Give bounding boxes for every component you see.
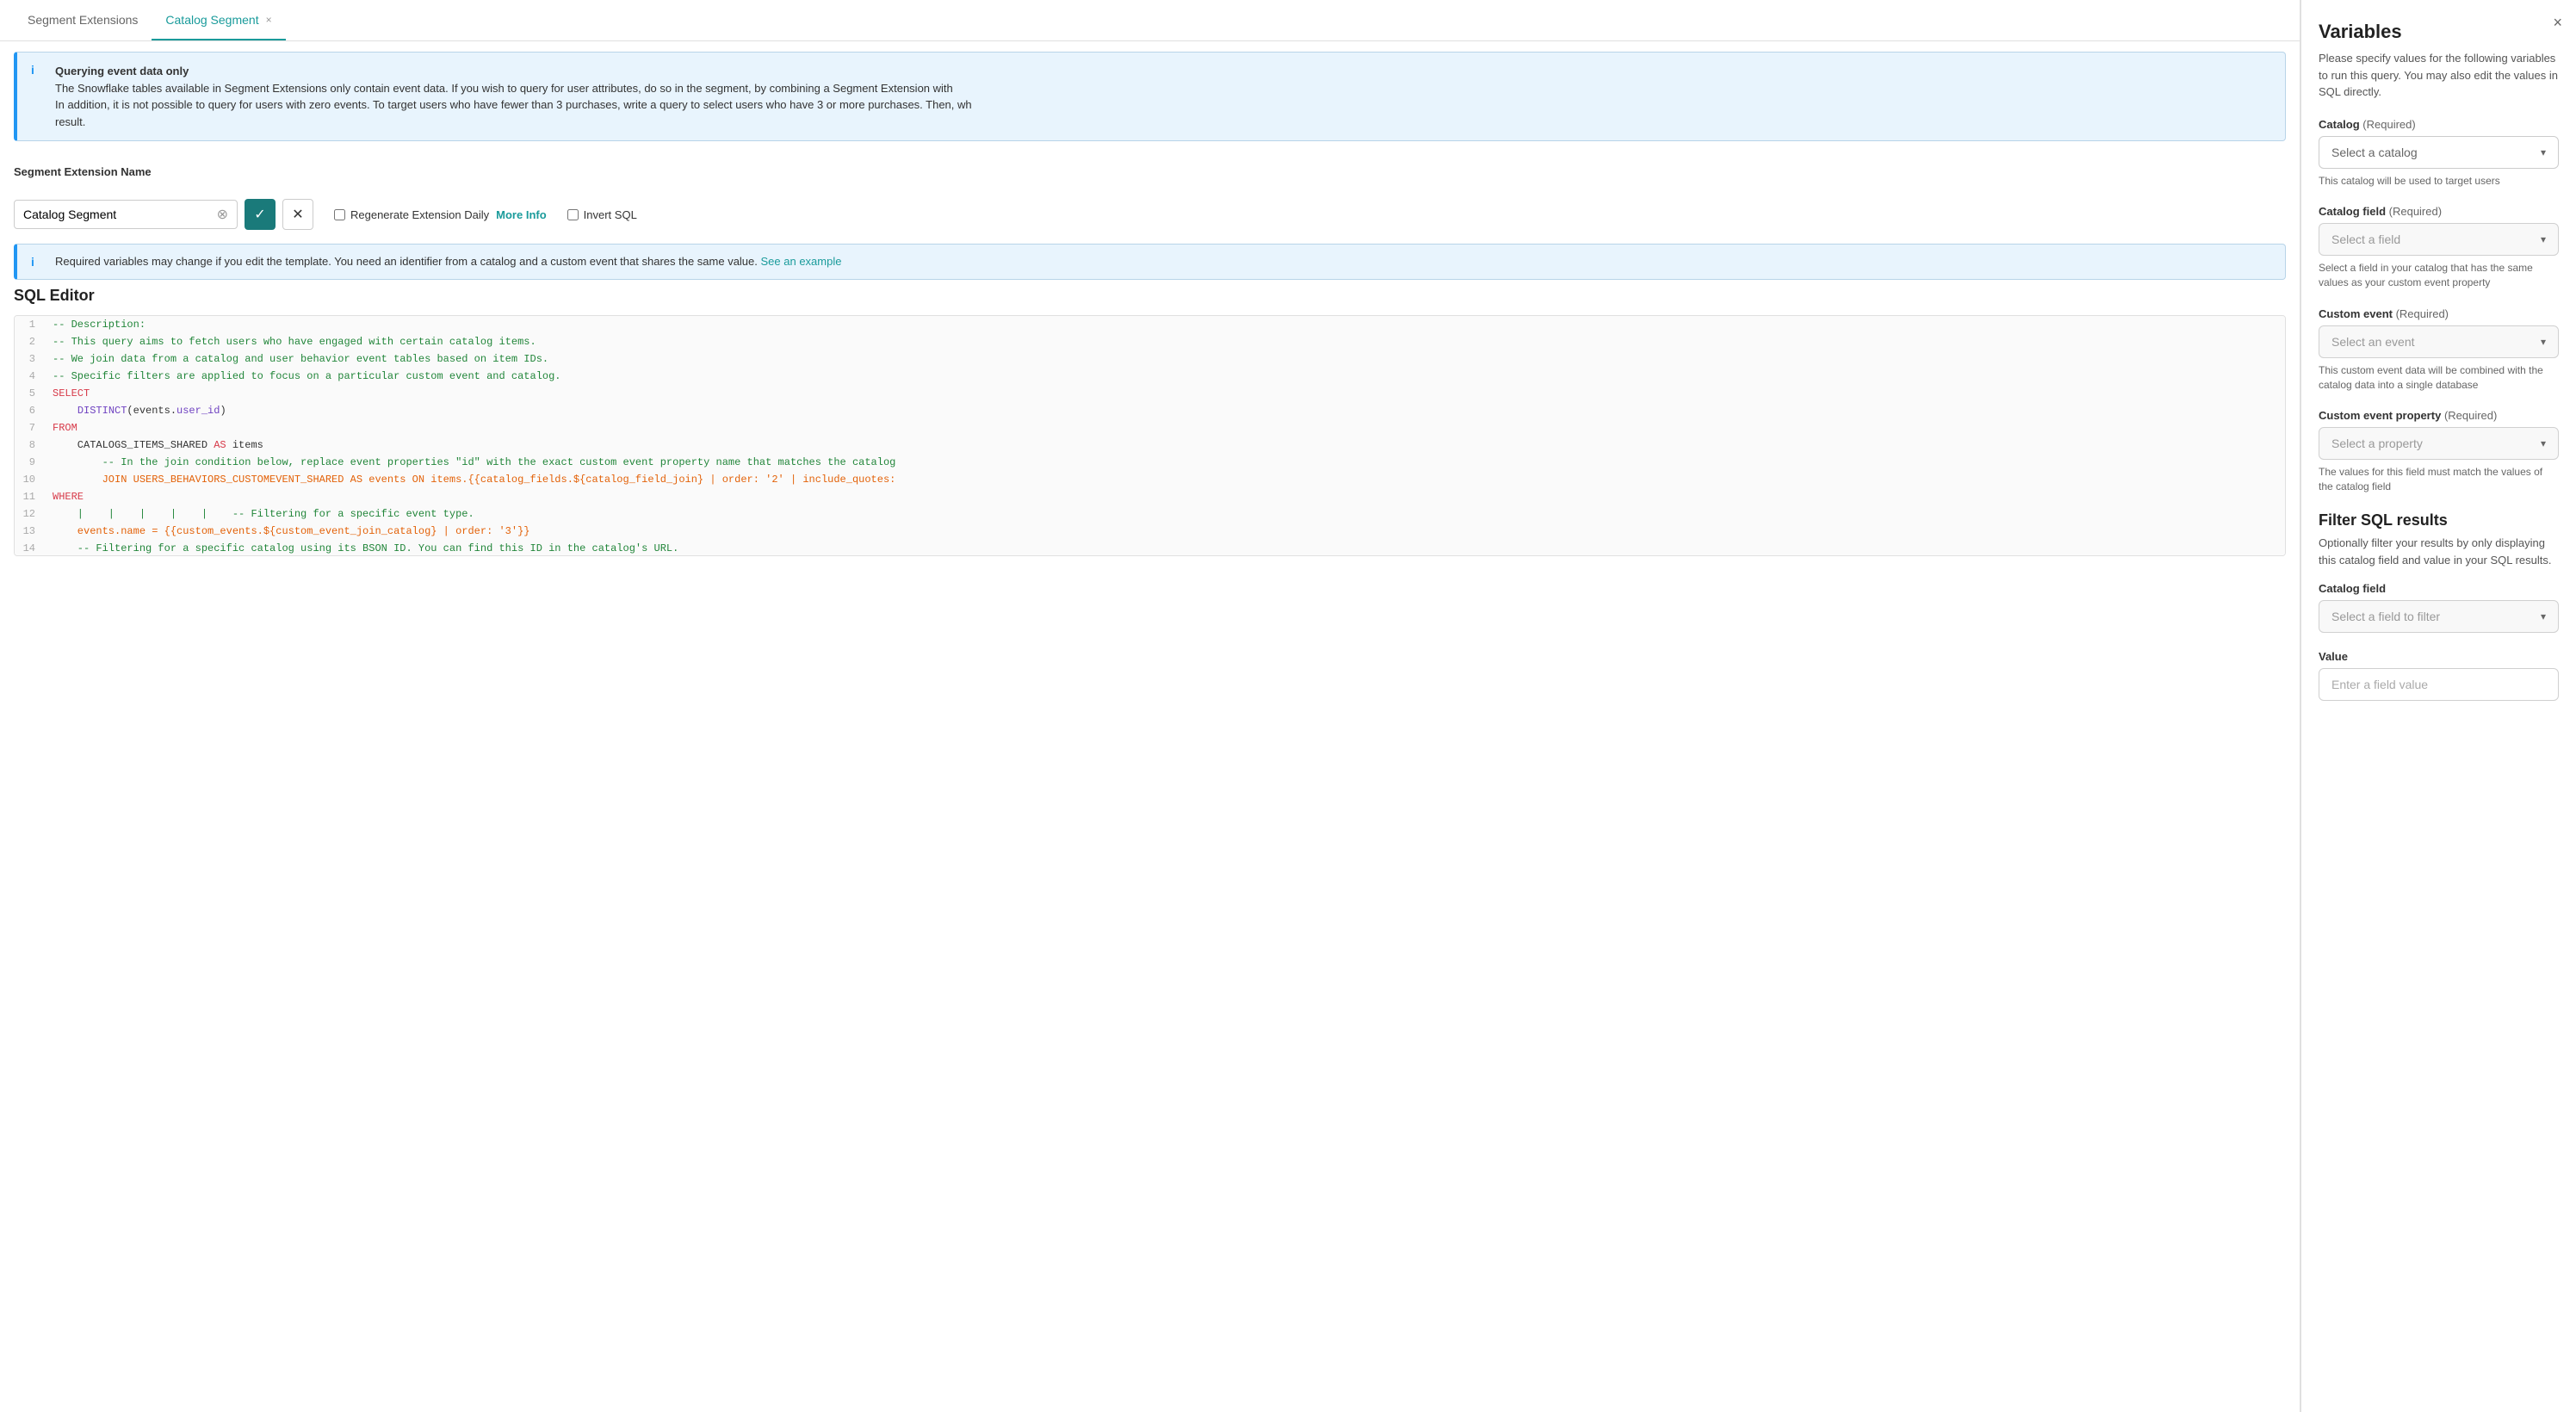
- custom-event-property-group: Custom event property (Required) Select …: [2319, 409, 2559, 494]
- filter-catalog-field-dropdown[interactable]: Select a field to filter ▾: [2319, 600, 2559, 633]
- catalog-required-text: (Required): [2362, 118, 2415, 131]
- catalog-field-placeholder: Select a field: [2331, 232, 2400, 246]
- input-clear-icon[interactable]: ⊗: [217, 206, 228, 223]
- info-icon-2: i: [31, 255, 45, 269]
- custom-event-hint: This custom event data will be combined …: [2319, 363, 2559, 393]
- right-panel: × Variables Please specify values for th…: [2300, 0, 2576, 1412]
- catalog-placeholder: Select a catalog: [2331, 146, 2418, 159]
- custom-event-property-hint: The values for this field must match the…: [2319, 465, 2559, 494]
- custom-event-label: Custom event (Required): [2319, 307, 2559, 320]
- info-icon: i: [31, 63, 45, 130]
- filter-catalog-field-placeholder: Select a field to filter: [2331, 610, 2440, 623]
- custom-event-field-group: Custom event (Required) Select an event …: [2319, 307, 2559, 393]
- tab-label-segment-extensions: Segment Extensions: [28, 13, 138, 27]
- custom-event-property-chevron-icon: ▾: [2541, 437, 2546, 449]
- segment-name-input-wrapper: ⊗: [14, 200, 238, 229]
- tab-segment-extensions[interactable]: Segment Extensions: [14, 1, 152, 40]
- cancel-button[interactable]: ✕: [282, 199, 313, 230]
- sql-line-2: 2 -- This query aims to fetch users who …: [15, 333, 2285, 350]
- catalog-field-chevron-icon: ▾: [2541, 233, 2546, 245]
- sql-line-5: 5 SELECT: [15, 385, 2285, 402]
- filter-section-desc: Optionally filter your results by only d…: [2319, 535, 2559, 568]
- alert-title: Querying event data only: [55, 65, 189, 77]
- tab-close-icon[interactable]: ×: [266, 14, 272, 26]
- info-banner: i Required variables may change if you e…: [14, 244, 2286, 280]
- catalog-chevron-icon: ▾: [2541, 146, 2546, 158]
- regenerate-extension-checkbox[interactable]: [334, 209, 345, 220]
- filter-section-divider: Filter SQL results Optionally filter you…: [2319, 511, 2559, 568]
- filter-section-title: Filter SQL results: [2319, 511, 2559, 530]
- value-field-group: Value: [2319, 650, 2559, 701]
- confirm-button[interactable]: ✓: [245, 199, 276, 230]
- filter-catalog-field-label: Catalog field: [2319, 582, 2559, 595]
- tab-label-catalog-segment: Catalog Segment: [165, 13, 258, 27]
- catalog-field-select-label: Catalog field (Required): [2319, 205, 2559, 218]
- alert-banner: i Querying event data only The Snowflake…: [14, 52, 2286, 141]
- value-field-label: Value: [2319, 650, 2559, 663]
- catalog-field-select-group: Catalog field (Required) Select a field …: [2319, 205, 2559, 290]
- catalog-field-group: Catalog (Required) Select a catalog ▾ Th…: [2319, 118, 2559, 189]
- catalog-field-select-required: (Required): [2389, 205, 2442, 218]
- custom-event-chevron-icon: ▾: [2541, 336, 2546, 348]
- regenerate-extension-text: Regenerate Extension Daily: [350, 208, 489, 221]
- regenerate-extension-label: Regenerate Extension Daily: [334, 208, 489, 221]
- catalog-dropdown[interactable]: Select a catalog ▾: [2319, 136, 2559, 169]
- catalog-field-label: Catalog (Required): [2319, 118, 2559, 131]
- info-banner-text: Required variables may change if you edi…: [55, 255, 841, 269]
- alert-body: The Snowflake tables available in Segmen…: [55, 82, 972, 128]
- main-content: i Querying event data only The Snowflake…: [0, 41, 2300, 1412]
- catalog-hint: This catalog will be used to target user…: [2319, 174, 2559, 189]
- invert-sql-text: Invert SQL: [584, 208, 637, 221]
- sql-line-3: 3 -- We join data from a catalog and use…: [15, 350, 2285, 368]
- panel-subtitle: Please specify values for the following …: [2319, 50, 2559, 101]
- sql-editor-container: SQL Editor 1 -- Description: 2 -- This q…: [14, 287, 2286, 556]
- catalog-field-dropdown[interactable]: Select a field ▾: [2319, 223, 2559, 256]
- custom-event-property-label: Custom event property (Required): [2319, 409, 2559, 422]
- custom-event-dropdown[interactable]: Select an event ▾: [2319, 325, 2559, 358]
- sql-line-11: 11 WHERE: [15, 488, 2285, 505]
- filter-catalog-chevron-icon: ▾: [2541, 610, 2546, 622]
- toolbar-row: ⊗ ✓ ✕ Regenerate Extension Daily More In…: [0, 192, 2300, 237]
- sql-line-10: 10 JOIN USERS_BEHAVIORS_CUSTOMEVENT_SHAR…: [15, 471, 2285, 488]
- sql-line-13: 13 events.name = {{custom_events.${custo…: [15, 523, 2285, 540]
- see-example-link[interactable]: See an example: [761, 255, 842, 268]
- segment-extension-name-label: Segment Extension Name: [14, 165, 2286, 178]
- catalog-field-hint: Select a field in your catalog that has …: [2319, 261, 2559, 290]
- custom-event-placeholder: Select an event: [2331, 335, 2415, 349]
- custom-event-property-placeholder: Select a property: [2331, 437, 2423, 450]
- sql-line-8: 8 CATALOGS_ITEMS_SHARED AS items: [15, 437, 2285, 454]
- segment-name-input[interactable]: [23, 207, 214, 221]
- tab-bar: Segment Extensions Catalog Segment ×: [0, 0, 2300, 41]
- sql-line-6: 6 DISTINCT(events.user_id): [15, 402, 2285, 419]
- panel-title: Variables: [2319, 21, 2559, 43]
- custom-event-required: (Required): [2396, 307, 2449, 320]
- filter-catalog-field-group: Catalog field Select a field to filter ▾: [2319, 582, 2559, 633]
- value-input[interactable]: [2319, 668, 2559, 701]
- custom-event-property-required: (Required): [2444, 409, 2497, 422]
- invert-sql-checkbox[interactable]: [567, 209, 579, 220]
- sql-editor[interactable]: 1 -- Description: 2 -- This query aims t…: [14, 315, 2286, 556]
- sql-line-9: 9 -- In the join condition below, replac…: [15, 454, 2285, 471]
- custom-event-property-dropdown[interactable]: Select a property ▾: [2319, 427, 2559, 460]
- more-info-link[interactable]: More Info: [496, 208, 547, 221]
- sql-line-4: 4 -- Specific filters are applied to foc…: [15, 368, 2285, 385]
- sql-line-14: 14 -- Filtering for a specific catalog u…: [15, 540, 2285, 556]
- sql-line-7: 7 FROM: [15, 419, 2285, 437]
- form-section: Segment Extension Name: [0, 152, 2300, 192]
- sql-line-1: 1 -- Description:: [15, 316, 2285, 333]
- invert-sql-label: Invert SQL: [567, 208, 637, 221]
- sql-line-12: 12 | | | | | -- Filtering for a specific…: [15, 505, 2285, 523]
- sql-editor-title: SQL Editor: [14, 287, 2286, 305]
- panel-close-button[interactable]: ×: [2553, 14, 2562, 32]
- tab-catalog-segment[interactable]: Catalog Segment ×: [152, 1, 285, 40]
